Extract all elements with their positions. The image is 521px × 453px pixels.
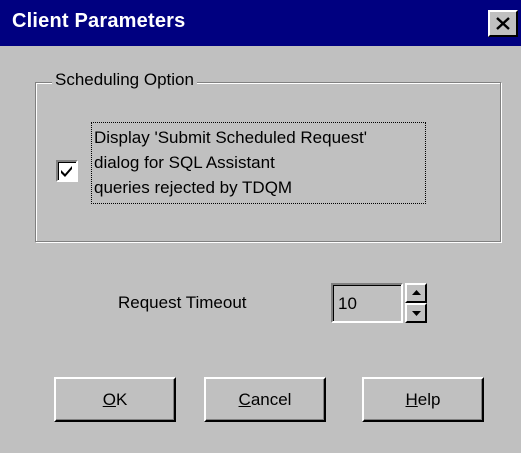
ok-label-rest: K <box>115 390 128 409</box>
spin-down-button[interactable] <box>405 303 427 323</box>
scheduling-option-label: Scheduling Option <box>52 70 197 90</box>
ok-button[interactable]: OK <box>54 377 176 422</box>
display-submit-dialog-label[interactable]: Display 'Submit Scheduled Request' dialo… <box>91 122 426 204</box>
display-submit-dialog-checkbox[interactable] <box>56 160 78 182</box>
request-timeout-input[interactable] <box>331 283 403 323</box>
spin-up-icon <box>412 290 421 295</box>
checkmark-icon <box>61 166 72 177</box>
ok-mnemonic: O <box>102 390 116 409</box>
help-label-rest: elp <box>417 390 441 409</box>
client-parameters-dialog: Client Parameters Scheduling Option Disp… <box>0 0 521 453</box>
spin-up-button[interactable] <box>405 283 427 303</box>
cancel-button[interactable]: Cancel <box>204 377 326 422</box>
help-button[interactable]: Help <box>362 377 484 422</box>
title-bar[interactable]: Client Parameters <box>0 0 521 46</box>
close-button[interactable] <box>488 10 518 37</box>
spin-down-icon <box>412 311 421 316</box>
request-timeout-label: Request Timeout <box>118 293 247 312</box>
cancel-label-rest: ancel <box>250 390 292 409</box>
cancel-mnemonic: C <box>238 390 251 409</box>
help-mnemonic: H <box>405 390 418 409</box>
close-icon <box>496 17 510 30</box>
window-title: Client Parameters <box>12 10 186 32</box>
